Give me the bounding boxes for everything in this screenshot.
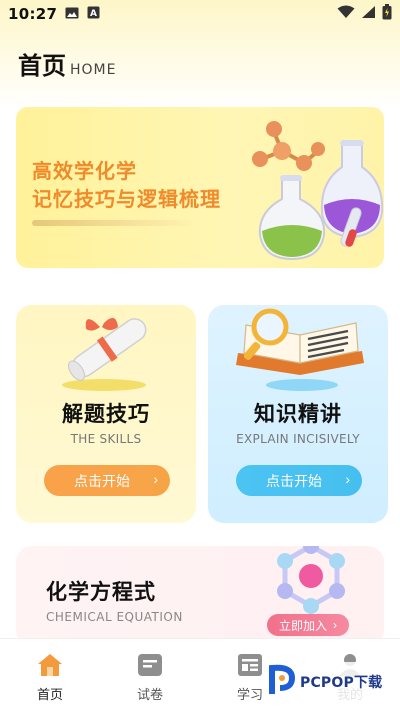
study-icon [237,653,263,681]
book-magnifier-illustration [236,308,364,391]
tab-home-label: 首页 [36,688,63,703]
watermark-text: PCPOP下载 [300,675,383,691]
tab-paper[interactable]: 试卷 [100,639,200,711]
page-title: 首页 [18,52,66,80]
equation-card[interactable]: 化学方程式 CHEMICAL EQUATION 立即加入 › [16,546,384,646]
equation-join-label: 立即加入 [278,618,327,633]
skills-start-label: 点击开始 [74,472,130,489]
chemistry-flask-illustration [252,121,384,261]
knowledge-start-label: 点击开始 [266,472,322,489]
paper-icon [137,653,163,681]
home-icon [37,653,63,681]
chevron-right-icon: › [153,471,158,487]
knowledge-subtitle: EXPLAIN INCISIVELY [236,432,360,446]
chevron-right-icon: › [345,471,350,487]
watermark: PCPOP下载 [268,662,393,702]
wifi-icon [337,5,355,23]
banner-tagline: 记忆技巧与逻辑梳理 [32,187,221,211]
battery-icon [382,4,392,24]
skills-subtitle: THE SKILLS [70,432,142,446]
tab-study-label: 学习 [236,688,263,703]
banner[interactable]: 高效学化学 记忆技巧与逻辑梳理 [16,107,384,268]
skills-title: 解题技巧 [62,402,150,426]
chevron-right-icon: › [333,618,337,632]
page-subtitle: HOME [70,62,117,78]
knowledge-card[interactable]: 知识精讲 EXPLAIN INCISIVELY 点击开始 › [208,305,388,523]
equation-title: 化学方程式 [46,580,156,604]
equation-subtitle: CHEMICAL EQUATION [46,610,183,624]
page-header: 首页 HOME [18,52,116,80]
tab-paper-label: 试卷 [136,688,163,703]
scroll-illustration [62,317,147,391]
pcpop-logo-icon [268,664,296,700]
signal-icon [361,5,376,23]
image-icon [65,5,79,23]
banner-headline: 高效学化学 [32,159,137,183]
svg-text:A: A [90,9,97,19]
banner-underline [32,220,192,226]
equation-join-button[interactable]: 立即加入 › [267,614,349,636]
a-badge-icon: A [87,5,100,23]
skills-card[interactable]: 解题技巧 THE SKILLS 点击开始 › [16,305,196,523]
tab-home[interactable]: 首页 [0,639,100,711]
molecule-ring-illustration [277,546,345,614]
status-bar: 10:27 A [0,0,400,28]
skills-start-button[interactable]: 点击开始 › [44,465,170,496]
status-right [337,4,392,24]
knowledge-start-button[interactable]: 点击开始 › [236,465,362,496]
knowledge-title: 知识精讲 [254,402,342,426]
status-time: 10:27 [8,5,58,23]
